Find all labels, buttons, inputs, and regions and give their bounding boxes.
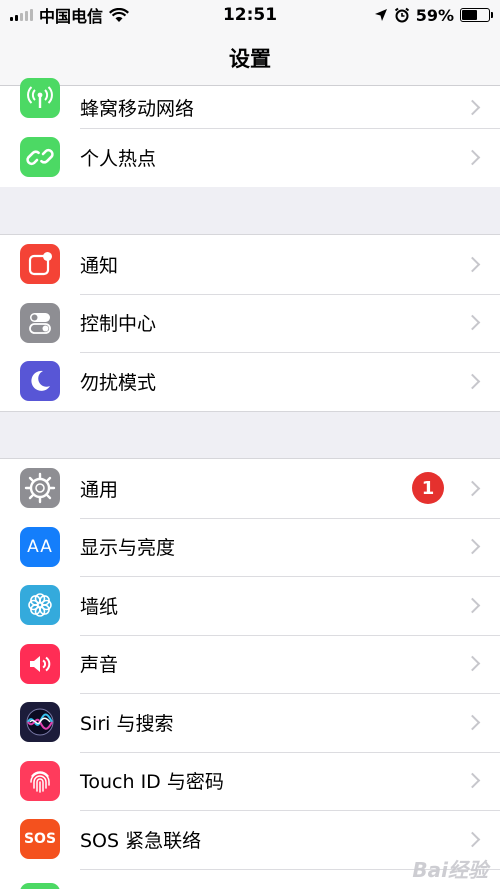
alarm-icon	[394, 7, 409, 23]
settings-row-general[interactable]: 通用 1	[0, 459, 500, 518]
chevron-right-icon	[464, 149, 481, 166]
speaker-icon	[20, 643, 60, 684]
notifications-icon	[20, 244, 60, 285]
chevron-right-icon	[464, 373, 481, 390]
carrier-name: 中国电信	[39, 7, 104, 26]
fingerprint-icon	[20, 760, 60, 801]
control-center-icon	[20, 302, 60, 343]
status-bar: 中国电信 12:51 59%	[0, 0, 500, 30]
moon-icon	[20, 361, 60, 402]
settings-row-label: 个人热点	[80, 147, 157, 170]
battery-settings-icon	[20, 882, 60, 889]
battery-fill	[462, 10, 478, 20]
settings-row-display[interactable]: AA 显示与亮度	[0, 517, 500, 577]
signal-icon	[10, 9, 33, 21]
settings-row-wallpaper[interactable]: 墙纸	[0, 576, 500, 635]
battery-percent: 59%	[415, 5, 454, 25]
page-title: 设置	[229, 46, 271, 71]
location-arrow-icon	[374, 9, 387, 21]
status-left: 中国电信	[10, 3, 129, 27]
settings-row-sounds[interactable]: 声音	[0, 634, 500, 694]
settings-row-do-not-disturb[interactable]: 勿扰模式	[0, 352, 500, 411]
chevron-right-icon	[464, 256, 481, 273]
status-right: 59%	[374, 5, 493, 25]
settings-row-label: 墙纸	[80, 595, 119, 618]
settings-row-label: 通用	[80, 478, 119, 501]
settings-row-label: Siri 与搜索	[80, 712, 174, 735]
chevron-right-icon	[464, 538, 481, 555]
wallpaper-icon	[20, 585, 60, 626]
chevron-right-icon	[464, 655, 481, 672]
chevron-right-icon	[464, 714, 481, 731]
watermark: Bai经验	[412, 858, 488, 882]
sos-icon-text: SOS	[23, 831, 57, 848]
settings-row-label: 显示与亮度	[80, 537, 176, 560]
settings-row-notifications[interactable]: 通知	[0, 235, 500, 294]
settings-group-notifications: 通知 控制中心 勿扰模式	[0, 234, 500, 412]
siri-icon	[20, 702, 60, 743]
chevron-right-icon	[464, 831, 481, 848]
settings-row-label: Touch ID 与密码	[80, 771, 224, 794]
hotspot-icon	[20, 137, 60, 178]
sos-icon: SOS	[20, 819, 60, 860]
settings-row-label: 蜂窝移动网络	[80, 97, 195, 120]
cellular-icon	[20, 78, 60, 118]
settings-row-label: 勿扰模式	[80, 371, 157, 394]
chevron-right-icon	[464, 480, 481, 497]
settings-row-control-center[interactable]: 控制中心	[0, 293, 500, 353]
display-icon: AA	[20, 526, 60, 567]
wifi-icon	[109, 7, 129, 22]
chevron-right-icon	[464, 99, 481, 115]
chevron-right-icon	[464, 597, 481, 614]
settings-row-hotspot[interactable]: 个人热点	[0, 128, 500, 187]
settings-row-cellular[interactable]: 蜂窝移动网络	[0, 78, 500, 128]
settings-row-label: 声音	[80, 654, 119, 677]
battery-icon	[460, 8, 493, 22]
notification-badge: 1	[412, 472, 444, 505]
nav-bar: 设置	[0, 30, 500, 86]
settings-row-siri[interactable]: Siri 与搜索	[0, 693, 500, 752]
settings-row-label: 通知	[80, 254, 119, 277]
settings-group-network: 蜂窝移动网络 个人热点	[0, 78, 500, 187]
settings-row-touch-id[interactable]: Touch ID 与密码	[0, 751, 500, 811]
settings-group-general: 通用 1 AA 显示与亮度 墙纸 声音 Siri 与搜索 Touch ID 与密…	[0, 458, 500, 889]
gear-icon	[20, 468, 60, 509]
display-icon-text: AA	[27, 536, 53, 557]
settings-row-label: 控制中心	[80, 313, 157, 336]
chevron-right-icon	[464, 314, 481, 331]
settings-row-label: SOS 紧急联络	[80, 829, 202, 852]
chevron-right-icon	[464, 772, 481, 789]
